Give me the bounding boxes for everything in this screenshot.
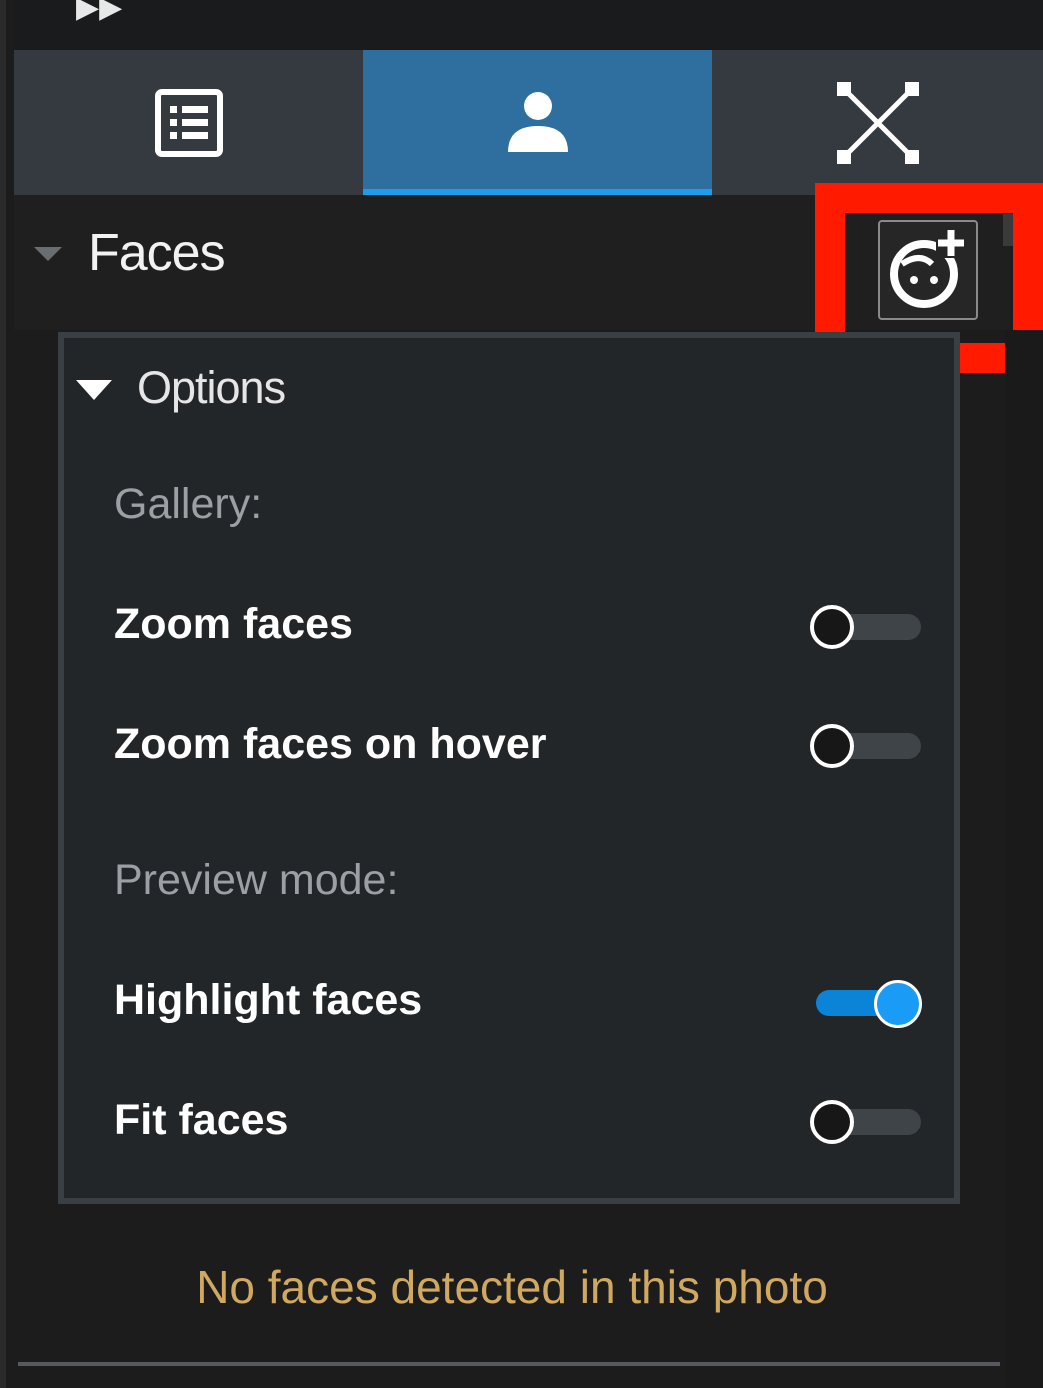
zoom-faces-on-hover-label: Zoom faces on hover [114,720,547,768]
options-caret-icon[interactable] [76,380,112,400]
bottom-divider [18,1362,1000,1366]
person-icon [507,91,568,152]
window-left-edge [0,0,6,1388]
fit-faces-toggle[interactable] [804,1097,921,1147]
scroll-track[interactable] [1005,330,1043,1388]
tab-people[interactable] [363,50,712,195]
tab-graph[interactable] [712,50,1043,195]
no-faces-message: No faces detected in this photo [196,1261,828,1313]
toggle-knob [810,724,854,768]
gallery-label: Gallery: [114,480,263,528]
highlight-faces-toggle[interactable] [804,978,922,1028]
faces-section-title: Faces [88,224,226,282]
options-title[interactable]: Options [137,362,286,414]
toggle-knob [874,980,922,1028]
tab-info[interactable] [14,50,363,195]
top-bar: ▶▶ [14,0,1043,50]
toggle-knob [810,1100,854,1144]
network-graph-icon [836,81,919,164]
panel-tab-bar [14,50,1043,195]
highlight-faces-label: Highlight faces [114,976,423,1024]
zoom-faces-toggle[interactable] [804,602,921,652]
zoom-faces-label: Zoom faces [114,600,353,648]
list-icon [154,88,223,157]
preview-mode-label: Preview mode: [114,856,399,904]
toggle-knob [810,605,854,649]
fast-forward-icon[interactable]: ▶▶ [76,0,122,25]
zoom-faces-on-hover-toggle[interactable] [804,721,921,771]
fit-faces-label: Fit faces [114,1096,289,1144]
collapse-caret-icon[interactable] [34,247,62,261]
